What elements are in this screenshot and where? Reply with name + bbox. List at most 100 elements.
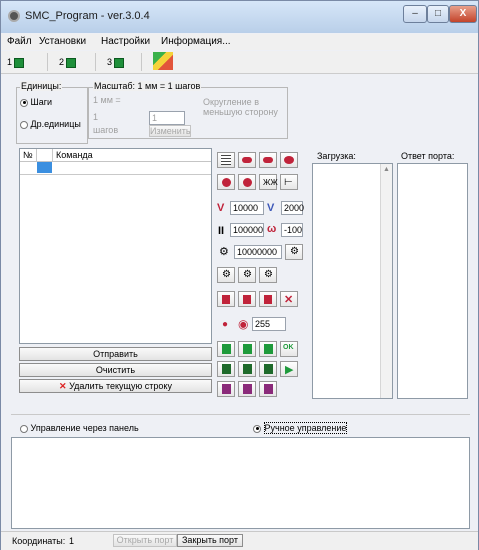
menu-setup[interactable]: Установки (39, 36, 86, 47)
turn-right-icon[interactable] (259, 152, 277, 168)
toolbar: 1 2 3 (1, 51, 478, 74)
axis1-go-icon[interactable] (217, 341, 235, 357)
axis1-indicator-icon (14, 57, 25, 68)
delete-x-icon: ✕ (59, 381, 67, 391)
v2-input[interactable]: 2000 (281, 201, 304, 215)
axis2-run-icon[interactable] (238, 361, 256, 377)
window-title: SMC_Program - ver.3.0.4 (25, 10, 150, 22)
axis1-run-icon[interactable] (217, 361, 235, 377)
title-bar: SMC_Program - ver.3.0.4 – □ X (1, 1, 478, 33)
turn-left-icon[interactable] (238, 152, 256, 168)
mm-equals-label: 1 мм = (93, 95, 121, 105)
list-icon[interactable] (217, 152, 235, 168)
coords-value: 1 (69, 536, 75, 546)
steps-radio[interactable]: Шаги (20, 97, 52, 107)
axis2-go-icon[interactable] (238, 341, 256, 357)
axis3-label: 3 (107, 57, 113, 67)
axis3-run-icon[interactable] (259, 361, 277, 377)
axis1-stop-icon[interactable] (217, 381, 235, 397)
scale-label: Масштаб: 1 мм = 1 шагов (93, 81, 202, 91)
status-bar: Координаты: 1 Открыть порт Закрыть порт (1, 531, 478, 550)
flag-icon[interactable] (217, 291, 235, 307)
axis1-label: 1 (7, 57, 13, 67)
manual-radio-dot (253, 424, 261, 433)
axis2-stop-icon[interactable] (238, 381, 256, 397)
port-reply-list[interactable] (397, 163, 468, 399)
multi-axis-icon[interactable] (153, 52, 173, 70)
target-input[interactable]: 10000000 (234, 245, 282, 259)
span-icon[interactable]: ⊢ (280, 174, 298, 190)
other-units-label: Др.единицы (30, 119, 81, 129)
flag-end-icon[interactable] (259, 291, 277, 307)
flag-dots-icon[interactable] (238, 291, 256, 307)
selected-cell[interactable] (37, 162, 52, 173)
change-scale-button[interactable]: Изменить (149, 125, 191, 137)
axis2-label: 2 (59, 57, 65, 67)
flag-cancel-icon[interactable]: ✕ (280, 291, 298, 307)
angle-input[interactable]: -100 (281, 223, 303, 237)
angle-icon: ω (267, 223, 277, 235)
rotate-icon[interactable] (280, 152, 298, 168)
table-header: № Команда (20, 149, 211, 162)
gear-a-icon[interactable]: ⚙ (217, 267, 235, 283)
axis2-button[interactable]: 2 (59, 53, 77, 71)
motor-icon[interactable] (217, 174, 235, 190)
delete-row-button[interactable]: ✕ Удалить текущую строку (19, 379, 212, 393)
send-button[interactable]: Отправить (19, 347, 212, 361)
col-divider (52, 149, 53, 161)
scale-value: 1 (93, 112, 99, 122)
v1-icon: V (217, 202, 225, 214)
hatch-icon[interactable]: ЖЖ (259, 174, 278, 190)
manual-control-radio[interactable]: Ручное управление (253, 422, 348, 434)
rounding-input[interactable]: 1 (149, 111, 185, 125)
col-command-header: Команда (56, 150, 93, 160)
app-window: SMC_Program - ver.3.0.4 – □ X Файл Устан… (0, 0, 479, 550)
panel-control-label: Управление через панель (30, 423, 139, 433)
units-group (16, 87, 88, 144)
menu-info[interactable]: Информация... (161, 36, 231, 47)
port-reply-label: Ответ порта: (401, 151, 455, 161)
close-button[interactable]: X (449, 5, 477, 23)
axis2-indicator-icon (66, 57, 77, 68)
axis3-go-icon[interactable] (259, 341, 277, 357)
clear-button[interactable]: Очистить (19, 363, 212, 377)
col-num-header: № (23, 150, 33, 160)
command-table[interactable]: № Команда (19, 148, 212, 344)
gear-zero-icon[interactable]: ⚙ (285, 244, 303, 260)
panel-control-radio[interactable]: Управление через панель (20, 423, 139, 433)
section-divider (11, 414, 470, 415)
scroll-up-icon[interactable]: ▲ (383, 166, 390, 173)
delete-row-label: Удалить текущую строку (69, 381, 172, 391)
load-label: Загрузка: (317, 151, 356, 161)
open-port-button[interactable]: Открыть порт (113, 534, 177, 547)
menu-settings[interactable]: Настройки (101, 36, 150, 47)
menu-file[interactable]: Файл (7, 36, 32, 47)
v1-input[interactable]: 10000 (230, 201, 264, 215)
toolbar-divider (47, 53, 48, 71)
dot-icon: ● (222, 319, 229, 330)
close-port-button[interactable]: Закрыть порт (177, 534, 243, 547)
ok-icon[interactable]: OK (280, 341, 298, 357)
other-units-radio[interactable]: Др.единицы (20, 119, 81, 129)
toolbar-divider (141, 53, 142, 71)
motor-stop-icon[interactable] (238, 174, 256, 190)
minimize-button[interactable]: – (403, 5, 427, 23)
panel-radio-dot (20, 424, 28, 433)
axis3-button[interactable]: 3 (107, 53, 125, 71)
pause-input[interactable]: 100000 (230, 223, 264, 237)
load-list[interactable]: ▲ (312, 163, 393, 399)
count-input[interactable]: 255 (252, 317, 286, 331)
gear-target-icon: ⚙ (219, 246, 229, 258)
table-row (20, 174, 211, 175)
pause-icon: II (218, 225, 225, 237)
axis1-button[interactable]: 1 (7, 53, 25, 71)
maximize-button[interactable]: □ (427, 5, 449, 23)
load-scrollbar[interactable]: ▲ (380, 164, 392, 398)
axis3-stop-icon[interactable] (259, 381, 277, 397)
steps-radio-dot (20, 98, 28, 107)
gear-b-icon[interactable]: ⚙ (238, 267, 256, 283)
steps-radio-label: Шаги (30, 97, 53, 107)
gear-c-icon[interactable]: ⚙ (259, 267, 277, 283)
rounding-label: Округление в меньшую сторону (203, 97, 278, 117)
play-icon[interactable]: ▶ (280, 361, 298, 377)
